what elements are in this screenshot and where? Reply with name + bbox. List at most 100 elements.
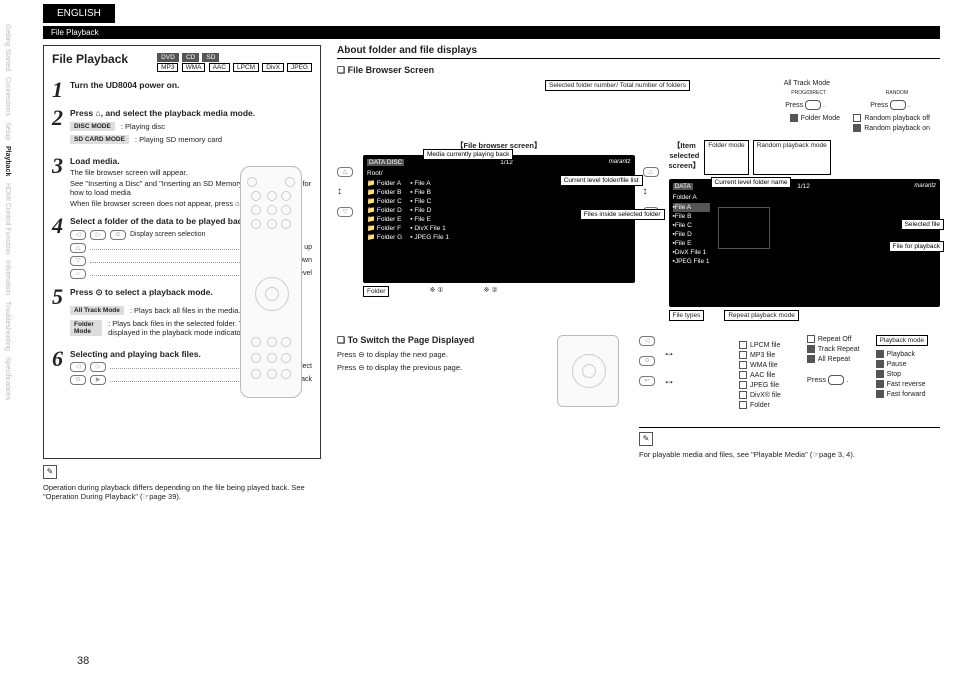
nav-down-icon: ▽ (337, 207, 353, 217)
nav-down-icon: ▷ (90, 230, 106, 240)
track-repeat: Track Repeat (818, 346, 860, 353)
side-nav: Getting Started Connections Setup Playba… (0, 0, 33, 675)
type-wma: WMA file (750, 362, 778, 369)
switch-page-heading: ❏ To Switch the Page Displayed (337, 335, 537, 346)
playback-mode-box: Playback mode (876, 335, 928, 346)
pause-icon (876, 360, 884, 368)
folder-a-header: Folder A (673, 194, 937, 201)
left-footnote: Operation during playback differs depend… (43, 483, 321, 501)
rewind-icon (876, 380, 884, 388)
top-menu-icon: ⌂ (70, 269, 86, 279)
random-on-icon (853, 124, 861, 132)
callout-file-playback: File for playback (889, 241, 944, 252)
nav-connections[interactable]: Connections (4, 77, 11, 116)
file-c-2: File C (675, 222, 692, 229)
nav-specifications[interactable]: Specifications (4, 357, 11, 400)
file-divx: DivX File 1 (414, 225, 445, 232)
folder-a: Folder A (377, 180, 401, 187)
badge-cd: CD (182, 53, 199, 62)
callout-level: Current level folder/file list (560, 175, 643, 186)
pb-rew: Fast reverse (887, 381, 926, 388)
nav-arrows-bottom: ◁ ⊙ ↩ (639, 335, 657, 411)
repeat-mode-box: Repeat playback mode (724, 310, 799, 321)
folder-list: 📁 Folder A 📁 Folder B 📁 Folder C 📁 Folde… (367, 179, 402, 242)
play-icon: ▶ (90, 375, 106, 385)
right-heading: About folder and file displays (337, 45, 940, 59)
press-1: Press (785, 102, 803, 109)
left-title: File Playback (52, 52, 128, 66)
step-number-3: 3 (52, 156, 70, 208)
pb-play: Playback (887, 351, 915, 358)
switch-next: Press ⊖ to display the next page. (337, 350, 537, 359)
nav-getting-started[interactable]: Getting Started (4, 24, 11, 71)
all-track-text: : Plays back all files in the media. (130, 306, 240, 315)
file-c: File C (414, 198, 431, 205)
step3-title: Load media. (70, 156, 312, 166)
left-column: File Playback DVD CD SD MP3 WMA AAC LPCM… (43, 45, 321, 459)
nav-arrows-mid: △ ↕ ▽ (643, 140, 661, 321)
note-icon: ✎ (639, 432, 653, 446)
counter-2: 1/12 (797, 183, 810, 192)
track-repeat-icon (807, 345, 815, 353)
badge-mp3: MP3 (157, 63, 178, 72)
item-screen-label: 【Item selected screen】 (669, 140, 701, 171)
all-track-label: All Track Mode (70, 306, 124, 315)
press-3: Press (807, 375, 826, 384)
divx-icon (739, 391, 747, 399)
badge-aac: AAC (209, 63, 230, 72)
mp3-icon (739, 351, 747, 359)
nav-troubleshooting[interactable]: Troubleshooting (4, 301, 11, 351)
badge-lpcm: LPCM (233, 63, 259, 72)
nav-playback[interactable]: Playback (4, 146, 11, 176)
nav-up-icon: △ (337, 167, 353, 177)
random-off-label: Random playback off (864, 115, 930, 122)
step-number-6: 6 (52, 349, 70, 385)
playback-list: Playback Pause Stop Fast reverse Fast fo… (876, 350, 928, 400)
page-number: 38 (77, 655, 89, 667)
file-jpeg-2: JPEG File 1 (675, 258, 710, 265)
prog-direct-label: PROG/DIRECT (791, 90, 826, 96)
brand-label-2: marantz (914, 183, 936, 192)
file-browser-screen: DATA DISC 1/12 marantz Root/ 📁 Folder A … (363, 155, 635, 283)
note-icon-left: ✎ (43, 465, 57, 479)
badge-divx: DivX (262, 63, 284, 72)
nav-information[interactable]: Information (4, 260, 11, 295)
folder-b: Folder B (377, 189, 402, 196)
folder-icon (739, 401, 747, 409)
file-list-2: ▪File A ▪File B ▪File C ▪File D ▪File E … (673, 203, 710, 266)
all-track-mode-label: All Track Mode (784, 80, 830, 87)
wma-icon (739, 361, 747, 369)
nav-hdmi[interactable]: HDMI Control Function (4, 183, 11, 254)
all-repeat-icon (807, 355, 815, 363)
file-jpeg: JPEG File 1 (414, 234, 449, 241)
nav-setup[interactable]: Setup (4, 122, 11, 140)
press-2: Press (870, 102, 888, 109)
callout-selected-folder: Selected folder number/ Total number of … (545, 80, 690, 91)
forward-icon (876, 390, 884, 398)
enter-icon: ⊙ (70, 375, 86, 385)
nav-up-icon: △ (643, 167, 659, 177)
stop-icon (876, 370, 884, 378)
nav-up-icon: △ (70, 243, 86, 253)
type-divx: DivX® file (750, 392, 781, 399)
callout-folder-u: Folder (363, 286, 389, 297)
pb-stop: Stop (887, 371, 901, 378)
jpeg-icon (739, 381, 747, 389)
data-label: DATA (673, 183, 693, 190)
callout-current-name: Current level folder name (711, 177, 792, 188)
enter-icon: ⊙ (110, 230, 126, 240)
folder-c: Folder C (377, 198, 402, 205)
file-b: File B (414, 189, 431, 196)
step1-title: Turn the UD8004 power on. (70, 80, 312, 90)
random-label: RANDOM (886, 90, 908, 96)
nav-arrows-left: △ ↕ ▽ (337, 140, 355, 321)
file-b-2: File B (675, 213, 692, 220)
all-repeat: All Repeat (818, 356, 850, 363)
type-aac: AAC file (750, 372, 775, 379)
badge-jpeg: JPEG (287, 63, 312, 72)
random-off-icon (853, 114, 861, 122)
aac-icon (739, 371, 747, 379)
repeat-button-icon (828, 375, 844, 385)
file-browser-heading: ❏ File Browser Screen (337, 65, 940, 76)
pb-fwd: Fast forward (887, 391, 926, 398)
